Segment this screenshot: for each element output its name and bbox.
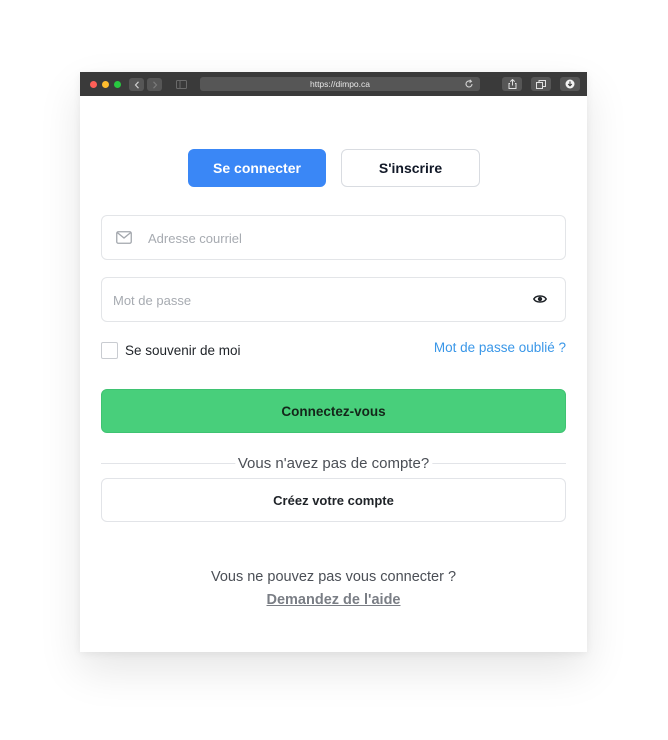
tab-login[interactable]: Se connecter: [188, 149, 326, 187]
email-input[interactable]: [146, 216, 550, 261]
remember-me-checkbox[interactable]: [101, 341, 118, 359]
email-field-container: [101, 215, 566, 261]
mail-icon: [116, 231, 132, 244]
eye-icon[interactable]: [533, 293, 547, 305]
close-window-icon[interactable]: [90, 81, 97, 88]
password-input[interactable]: [111, 278, 525, 323]
maximize-window-icon[interactable]: [114, 81, 121, 88]
url-text: https://dimpo.ca: [309, 79, 370, 89]
share-icon: [508, 79, 516, 89]
no-account-prompt: Vous n'avez pas de compte?: [234, 454, 433, 474]
share-button[interactable]: [502, 77, 522, 91]
tab-signup[interactable]: S'inscrire: [341, 149, 480, 187]
downloads-button[interactable]: [560, 77, 580, 91]
chevron-right-icon: [152, 80, 157, 89]
login-page: Se connecter S'inscrire Se souvenir de m…: [80, 96, 587, 652]
back-button[interactable]: [129, 78, 144, 91]
create-account-button[interactable]: Créez votre compte: [101, 478, 566, 522]
chevron-left-icon: [134, 80, 139, 89]
minimize-window-icon[interactable]: [102, 81, 109, 88]
reload-icon[interactable]: [464, 79, 474, 89]
create-account-label: Créez votre compte: [273, 492, 394, 508]
sidebar-icon[interactable]: [176, 80, 187, 89]
tabs-icon: [536, 79, 546, 89]
address-bar[interactable]: https://dimpo.ca: [200, 77, 480, 91]
signup-divider: Vous n'avez pas de compte?: [101, 454, 566, 474]
browser-window: https://dimpo.ca Se connecter S'inscrire…: [80, 72, 587, 652]
tabs-overview-button[interactable]: [531, 77, 551, 91]
tab-login-label: Se connecter: [213, 160, 301, 176]
remember-me[interactable]: Se souvenir de moi: [101, 340, 241, 360]
login-submit-label: Connectez-vous: [281, 403, 386, 419]
forward-button[interactable]: [147, 78, 162, 91]
forgot-password-link[interactable]: Mot de passe oublié ?: [434, 340, 566, 355]
login-submit-button[interactable]: Connectez-vous: [101, 389, 566, 433]
tab-signup-label: S'inscrire: [378, 160, 443, 176]
password-field-container: [101, 277, 566, 323]
help-link[interactable]: Demandez de l'aide: [80, 592, 587, 608]
remember-me-label: Se souvenir de moi: [125, 342, 241, 358]
help-text: Vous ne pouvez pas vous connecter ?: [210, 569, 457, 585]
download-icon: [565, 79, 575, 89]
browser-titlebar: https://dimpo.ca: [80, 72, 587, 96]
